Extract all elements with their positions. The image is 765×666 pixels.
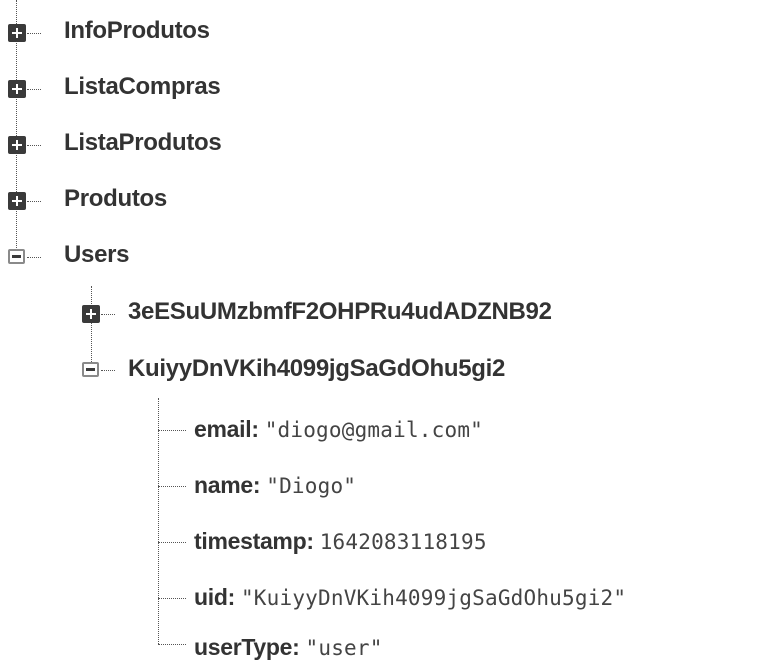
field-row-timestamp[interactable]: timestamp: 1642083118195 — [194, 526, 487, 560]
expand-icon[interactable] — [82, 305, 100, 323]
tree-connector — [158, 542, 186, 543]
expand-icon[interactable] — [8, 136, 26, 154]
expand-icon[interactable] — [8, 192, 26, 210]
tree-connector — [91, 286, 92, 366]
database-tree: InfoProdutos ListaCompras ListaProdutos … — [0, 0, 765, 664]
tree-connector — [27, 257, 41, 258]
field-value[interactable]: "KuiyyDnVKih4099jgSaGdOhu5gi2" — [241, 586, 626, 610]
node-label[interactable]: KuiyyDnVKih4099jgSaGdOhu5gi2 — [128, 354, 505, 384]
field-value[interactable]: "user" — [306, 636, 383, 660]
node-label[interactable]: ListaCompras — [64, 72, 221, 102]
node-label[interactable]: Users — [64, 240, 130, 270]
tree-connector — [158, 598, 186, 599]
field-value[interactable]: "Diogo" — [266, 474, 356, 498]
expand-icon[interactable] — [8, 24, 26, 42]
tree-connector — [158, 486, 186, 487]
node-label[interactable]: 3eESuUMzbmfF2OHPRu4udADZNB92 — [128, 297, 552, 327]
field-key: email: — [194, 416, 259, 442]
node-label[interactable]: InfoProdutos — [64, 16, 210, 46]
tree-connector — [101, 370, 115, 371]
field-row-uid[interactable]: uid: "KuiyyDnVKih4099jgSaGdOhu5gi2" — [194, 582, 626, 616]
field-key: timestamp: — [194, 528, 314, 554]
tree-connector — [158, 430, 186, 431]
field-key: uid: — [194, 584, 235, 610]
tree-connector — [27, 145, 41, 146]
expand-icon[interactable] — [8, 80, 26, 98]
node-label[interactable]: Produtos — [64, 184, 167, 214]
field-row-usertype[interactable]: userType: "user" — [194, 632, 383, 666]
field-row-email[interactable]: email: "diogo@gmail.com" — [194, 414, 483, 448]
tree-connector — [158, 398, 159, 644]
tree-connector — [101, 314, 115, 315]
tree-connector — [27, 89, 41, 90]
tree-connector — [158, 644, 186, 645]
tree-connector — [27, 33, 41, 34]
node-label[interactable]: ListaProdutos — [64, 128, 222, 158]
collapse-icon[interactable] — [8, 249, 25, 264]
field-value[interactable]: 1642083118195 — [320, 530, 487, 554]
field-key: userType: — [194, 634, 300, 660]
field-row-name[interactable]: name: "Diogo" — [194, 470, 356, 504]
collapse-icon[interactable] — [82, 362, 99, 377]
field-key: name: — [194, 472, 261, 498]
tree-connector — [27, 201, 41, 202]
field-value[interactable]: "diogo@gmail.com" — [265, 418, 483, 442]
